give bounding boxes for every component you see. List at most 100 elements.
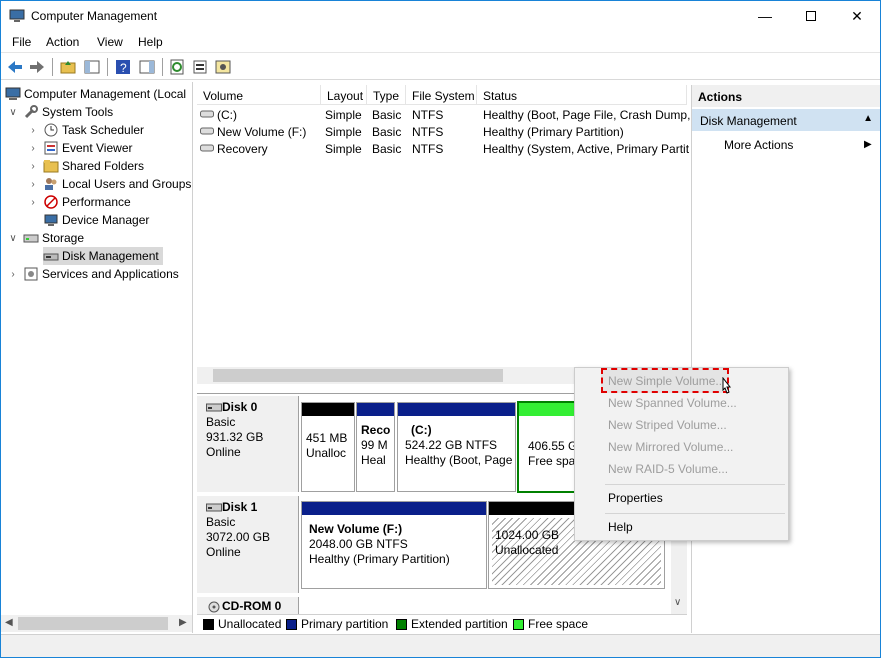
refresh-icon[interactable] [168, 58, 186, 76]
tree-item-device-manager[interactable]: Device Manager [43, 211, 149, 229]
menu-action[interactable]: Action [46, 35, 79, 49]
menu-new-simple-volume[interactable]: New Simple Volume... [608, 374, 725, 388]
scroll-thumb[interactable] [213, 369, 503, 382]
partition-color-bar [302, 403, 354, 416]
forward-arrow-icon[interactable] [28, 58, 46, 76]
partition-status: Healthy (Primary Partition) [309, 552, 450, 566]
tree-item-label: Services and Applications [42, 267, 179, 281]
help-icon[interactable]: ? [114, 58, 132, 76]
tree-item-performance[interactable]: › Performance [27, 193, 130, 211]
partition-free-space[interactable]: 406.55 G Free spa [517, 401, 577, 493]
tree-item-label: Device Manager [62, 213, 150, 227]
volume-row[interactable]: New Volume (F:) Simple Basic NTFS Health… [197, 123, 687, 140]
services-icon [24, 267, 38, 281]
chevron-down-icon[interactable]: ∨ [7, 233, 19, 244]
menu-help[interactable]: Help [608, 520, 633, 534]
chevron-right-icon[interactable]: › [27, 197, 39, 208]
column-header-volume[interactable]: Volume [197, 85, 321, 105]
clock-icon [44, 123, 58, 137]
chevron-right-icon[interactable]: › [27, 143, 39, 154]
column-header-file-system[interactable]: File System [406, 85, 477, 105]
disk-status: Online [206, 445, 241, 459]
scroll-right-icon[interactable]: ▶ [179, 617, 187, 628]
tree-item-label: Computer Management (Local [24, 87, 187, 101]
up-folder-icon[interactable] [59, 58, 77, 76]
partition-color-bar [357, 403, 394, 416]
window-title: Computer Management [31, 9, 158, 23]
partition-size: 1024.00 GB [495, 528, 560, 542]
context-menu: New Simple Volume... New Spanned Volume.… [574, 367, 789, 541]
tree-item-system-tools[interactable]: ∨ System Tools [7, 103, 113, 121]
show-hide-action-pane-icon[interactable] [138, 58, 156, 76]
cdrom-label[interactable]: CD-ROM 0 [197, 597, 299, 615]
properties-icon[interactable] [191, 58, 209, 76]
menu-view[interactable]: View [97, 35, 123, 49]
disk1-label[interactable]: Disk 1 Basic 3072.00 GB Online [197, 496, 299, 593]
toolbar: ? [1, 54, 880, 80]
partition-c-drive[interactable]: (C:) 524.22 GB NTFS Healthy (Boot, Page [397, 402, 516, 492]
close-button[interactable]: ✕ [834, 1, 880, 31]
minimize-button[interactable]: — [742, 1, 788, 31]
show-hide-tree-icon[interactable] [83, 58, 101, 76]
tree-item-storage[interactable]: ∨ Storage [7, 229, 84, 247]
partition-unallocated-451mb[interactable]: 451 MB Unalloc [301, 402, 355, 492]
chevron-right-icon[interactable]: › [27, 161, 39, 172]
submenu-arrow-icon: ▶ [864, 139, 872, 150]
partition-size: 524.22 GB NTFS [405, 438, 498, 452]
chevron-right-icon[interactable]: › [27, 179, 39, 190]
legend-label: Primary partition [301, 617, 389, 631]
disk-management-icon [43, 253, 59, 261]
toolbar-separator [52, 58, 53, 76]
menu-file[interactable]: File [12, 35, 31, 49]
maximize-button[interactable] [788, 1, 834, 31]
toolbar-separator [107, 58, 108, 76]
volume-file-system: NTFS [412, 108, 444, 122]
chevron-right-icon[interactable]: › [7, 269, 19, 280]
tree-item-label: Local Users and Groups [62, 177, 192, 191]
legend-swatch [286, 618, 297, 630]
tree-horizontal-scrollbar[interactable]: ◀ ▶ [1, 615, 192, 632]
more-actions-item[interactable]: More Actions ▶ [724, 138, 872, 152]
tree-item-disk-management[interactable]: Disk Management [43, 247, 163, 265]
chevron-right-icon[interactable]: › [27, 125, 39, 136]
tree-item-local-users[interactable]: › Local Users and Groups [27, 175, 191, 193]
partition-recovery[interactable]: Reco 99 M Heal [356, 402, 395, 492]
column-header-status[interactable]: Status [477, 85, 687, 105]
chevron-down-icon[interactable]: ∨ [7, 107, 19, 118]
disk-settings-icon[interactable] [214, 58, 232, 76]
tree-item-root[interactable]: Computer Management (Local [5, 85, 186, 103]
disk0-label[interactable]: Disk 0 Basic 931.32 GB Online [197, 396, 299, 492]
tree-item-task-scheduler[interactable]: › Task Scheduler [27, 121, 144, 139]
menu-bar: File Action View Help [1, 31, 880, 53]
legend-bar: Unallocated Primary partition Extended p… [197, 614, 687, 632]
scroll-left-icon[interactable]: ◀ [5, 617, 13, 628]
back-arrow-icon[interactable] [6, 58, 24, 76]
scroll-thumb[interactable] [18, 617, 168, 630]
volume-file-system: NTFS [412, 125, 444, 139]
tree-item-services[interactable]: › Services and Applications [7, 265, 179, 283]
menu-new-striped-volume[interactable]: New Striped Volume... [608, 418, 727, 432]
partition-new-volume-f[interactable]: New Volume (F:) 2048.00 GB NTFS Healthy … [301, 501, 487, 589]
status-bar [1, 634, 880, 657]
tree-item-label: Task Scheduler [62, 123, 145, 137]
volume-layout: Simple [325, 125, 362, 139]
volume-type: Basic [372, 142, 402, 156]
menu-help[interactable]: Help [138, 35, 163, 49]
app-window: Computer Management — ✕ File Action View… [0, 0, 881, 658]
menu-properties[interactable]: Properties [608, 491, 663, 505]
column-header-layout[interactable]: Layout [321, 85, 367, 105]
collapse-up-icon[interactable]: ▲ [863, 113, 873, 124]
menu-new-raid5-volume[interactable]: New RAID-5 Volume... [608, 462, 728, 476]
menu-new-spanned-volume[interactable]: New Spanned Volume... [608, 396, 737, 410]
column-header-type[interactable]: Type [367, 85, 406, 105]
volume-type: Basic [372, 125, 402, 139]
actions-section-disk-management[interactable]: Disk Management ▲ [692, 109, 880, 131]
volume-row[interactable]: Recovery Simple Basic NTFS Healthy (Syst… [197, 140, 689, 157]
tree-item-event-viewer[interactable]: › Event Viewer [27, 139, 132, 157]
tree-item-shared-folders[interactable]: › Shared Folders [27, 157, 144, 175]
menu-new-mirrored-volume[interactable]: New Mirrored Volume... [608, 440, 733, 454]
scroll-down-icon[interactable]: ∨ [674, 597, 681, 608]
partition-name: New Volume (F:) [309, 522, 403, 536]
partition-size: 2048.00 GB NTFS [309, 537, 408, 551]
volume-row[interactable]: (C:) Simple Basic NTFS Healthy (Boot, Pa… [197, 106, 690, 123]
